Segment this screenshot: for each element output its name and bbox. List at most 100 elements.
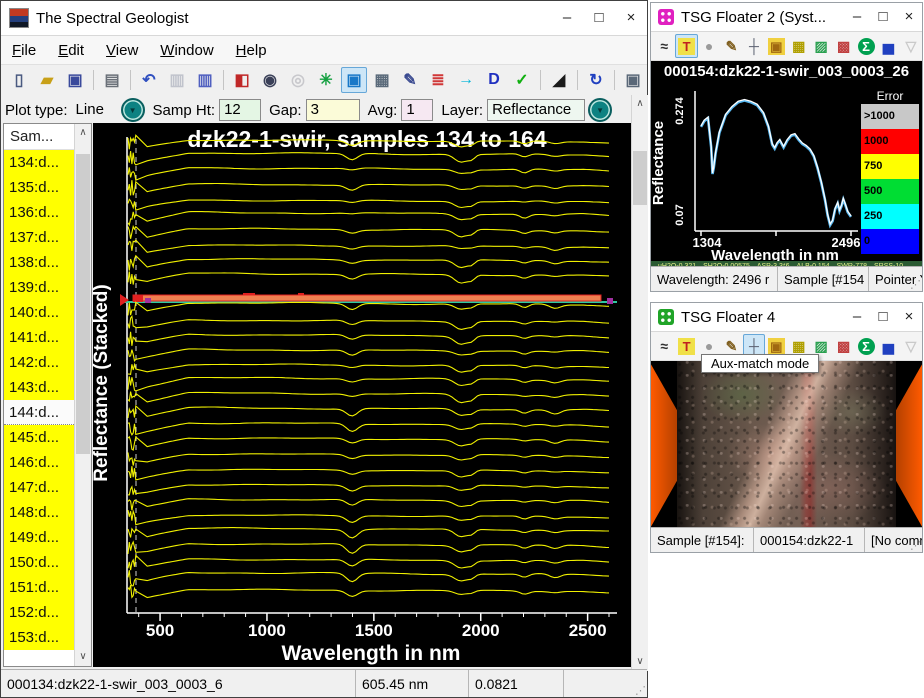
refresh-icon[interactable]: ↻: [583, 67, 609, 93]
sample-item-139[interactable]: 139:d...: [4, 275, 74, 300]
sample-item-143[interactable]: 143:d...: [4, 375, 74, 400]
menu-window[interactable]: Window: [149, 42, 224, 59]
sample-item-137[interactable]: 137:d...: [4, 225, 74, 250]
sample-item-142[interactable]: 142:d...: [4, 350, 74, 375]
log-notes-icon[interactable]: ✎: [720, 34, 742, 58]
annotate-ruler-icon[interactable]: ✎: [397, 67, 423, 93]
new-document-icon[interactable]: ▯: [6, 67, 32, 93]
sample-item-134[interactable]: 134:d...: [4, 150, 74, 175]
filmstrip-icon[interactable]: ▦: [369, 67, 395, 93]
close-button[interactable]: ×: [896, 305, 922, 329]
stacked-spectra-plot[interactable]: 5001000150020002500dzk22-1-swir, samples…: [93, 123, 632, 667]
arrow-right-icon[interactable]: →: [453, 67, 479, 93]
plot-type-dropdown[interactable]: ▼: [121, 98, 145, 122]
samp-ht-input[interactable]: 12: [219, 99, 261, 121]
sample-item-148[interactable]: 148:d...: [4, 500, 74, 525]
close-button[interactable]: ×: [896, 5, 922, 29]
sample-item-144[interactable]: 144:d...: [4, 400, 74, 425]
window-title: The Spectral Geologist: [36, 10, 551, 27]
legend-entry: 500: [861, 179, 919, 204]
zoom-document-icon[interactable]: ◉: [257, 67, 283, 93]
save-icon[interactable]: ▣: [62, 67, 88, 93]
resize-grip[interactable]: ⋰: [635, 684, 646, 697]
spectrum-icon[interactable]: ≈: [653, 34, 675, 58]
plot-scroll-thumb[interactable]: [633, 151, 647, 205]
sample-item-149[interactable]: 149:d...: [4, 525, 74, 550]
core-image-panel[interactable]: Aux-match mode: [651, 361, 922, 530]
sample-item-147[interactable]: 147:d...: [4, 475, 74, 500]
layer-value[interactable]: Reflectance: [487, 99, 585, 121]
sample-item-150[interactable]: 150:d...: [4, 550, 74, 575]
floater-window-icon[interactable]: ▣: [620, 67, 646, 93]
sigma-icon[interactable]: Σ: [855, 334, 877, 358]
aux-match-icon[interactable]: ┼: [743, 34, 765, 58]
check-icon[interactable]: ✓: [509, 67, 535, 93]
mask-icon[interactable]: ●: [698, 34, 720, 58]
undo-icon[interactable]: ↶: [136, 67, 162, 93]
menu-edit[interactable]: Edit: [47, 42, 95, 59]
spectrum-name: 000154:dzk22-1-swir_003_0003_26: [651, 61, 922, 83]
palette-icon[interactable]: ✳: [313, 67, 339, 93]
layer-dropdown[interactable]: ▼: [588, 98, 612, 122]
import-dataset-icon[interactable]: ◧: [229, 67, 255, 93]
sample-item-151[interactable]: 151:d...: [4, 575, 74, 600]
sample-item-135[interactable]: 135:d...: [4, 175, 74, 200]
floater2-title-bar[interactable]: TSG Floater 2 (Syst... – □ ×: [651, 3, 922, 32]
main-title-bar[interactable]: The Spectral Geologist – □ ×: [1, 1, 647, 36]
floater2-plot[interactable]: 000154:dzk22-1-swir_003_0003_26 13042496…: [651, 61, 922, 261]
sample-item-152[interactable]: 152:d...: [4, 600, 74, 625]
menu-view[interactable]: View: [95, 42, 149, 59]
sample-item-146[interactable]: 146:d...: [4, 450, 74, 475]
sample-item-136[interactable]: 136:d...: [4, 200, 74, 225]
screen-plot-icon[interactable]: ▣: [341, 67, 367, 93]
sample-scroll-thumb[interactable]: [76, 154, 90, 454]
menu-help[interactable]: Help: [225, 42, 278, 59]
marker-icon: ▽: [900, 334, 922, 358]
copy-icon[interactable]: ▥: [192, 67, 218, 93]
camera-icon[interactable]: ▣: [765, 34, 787, 58]
status-value: 0.0821: [469, 670, 564, 697]
floater4-title-bar[interactable]: TSG Floater 4 – □ ×: [651, 303, 922, 332]
histogram-icon[interactable]: ▅: [877, 34, 899, 58]
close-button[interactable]: ×: [615, 5, 647, 31]
scatter-map-icon[interactable]: ▩: [832, 34, 854, 58]
scroll-up-icon[interactable]: ∧: [75, 124, 91, 142]
image-map-icon[interactable]: ▨: [810, 34, 832, 58]
grid-icon[interactable]: ▦: [788, 34, 810, 58]
contrast-icon[interactable]: ◢: [546, 67, 572, 93]
maximize-button[interactable]: □: [870, 305, 896, 329]
domain-icon[interactable]: D: [481, 67, 507, 93]
text-mode-icon[interactable]: T: [675, 334, 697, 358]
menu-file[interactable]: File: [1, 42, 47, 59]
sigma-icon[interactable]: Σ: [855, 34, 877, 58]
sample-item-138[interactable]: 138:d...: [4, 250, 74, 275]
sample-item-141[interactable]: 141:d...: [4, 325, 74, 350]
app-icon: [9, 8, 29, 28]
sample-item-145[interactable]: 145:d...: [4, 425, 74, 450]
scatter-map-icon[interactable]: ▩: [832, 334, 854, 358]
minimize-button[interactable]: –: [844, 305, 870, 329]
resize-grip[interactable]: ⋰: [910, 539, 921, 552]
zoom-disabled-icon: ◎: [285, 67, 311, 93]
sample-list-scrollbar[interactable]: ∧ ∨: [74, 124, 91, 666]
scroll-down-icon[interactable]: ∨: [75, 648, 91, 666]
spectrum-icon[interactable]: ≈: [653, 334, 675, 358]
minimize-button[interactable]: –: [551, 5, 583, 31]
minimize-button[interactable]: –: [844, 5, 870, 29]
plot-scrollbar[interactable]: ∧ ∨: [631, 95, 648, 671]
sample-item-140[interactable]: 140:d...: [4, 300, 74, 325]
maximize-button[interactable]: □: [870, 5, 896, 29]
open-folder-icon[interactable]: ▰: [34, 67, 60, 93]
sample-item-153[interactable]: 153:d...: [4, 625, 74, 650]
legend-entry: 250: [861, 204, 919, 229]
gap-input[interactable]: 3: [306, 99, 360, 121]
layers-icon[interactable]: ≣: [425, 67, 451, 93]
maximize-button[interactable]: □: [583, 5, 615, 31]
resize-grip[interactable]: ⋰: [910, 278, 921, 291]
text-mode-icon[interactable]: T: [675, 34, 697, 58]
avg-input[interactable]: 1: [401, 99, 433, 121]
print-icon[interactable]: ▤: [99, 67, 125, 93]
histogram-icon[interactable]: ▅: [877, 334, 899, 358]
toolbar-separator: [540, 70, 541, 90]
scroll-up-icon[interactable]: ∧: [632, 95, 648, 113]
